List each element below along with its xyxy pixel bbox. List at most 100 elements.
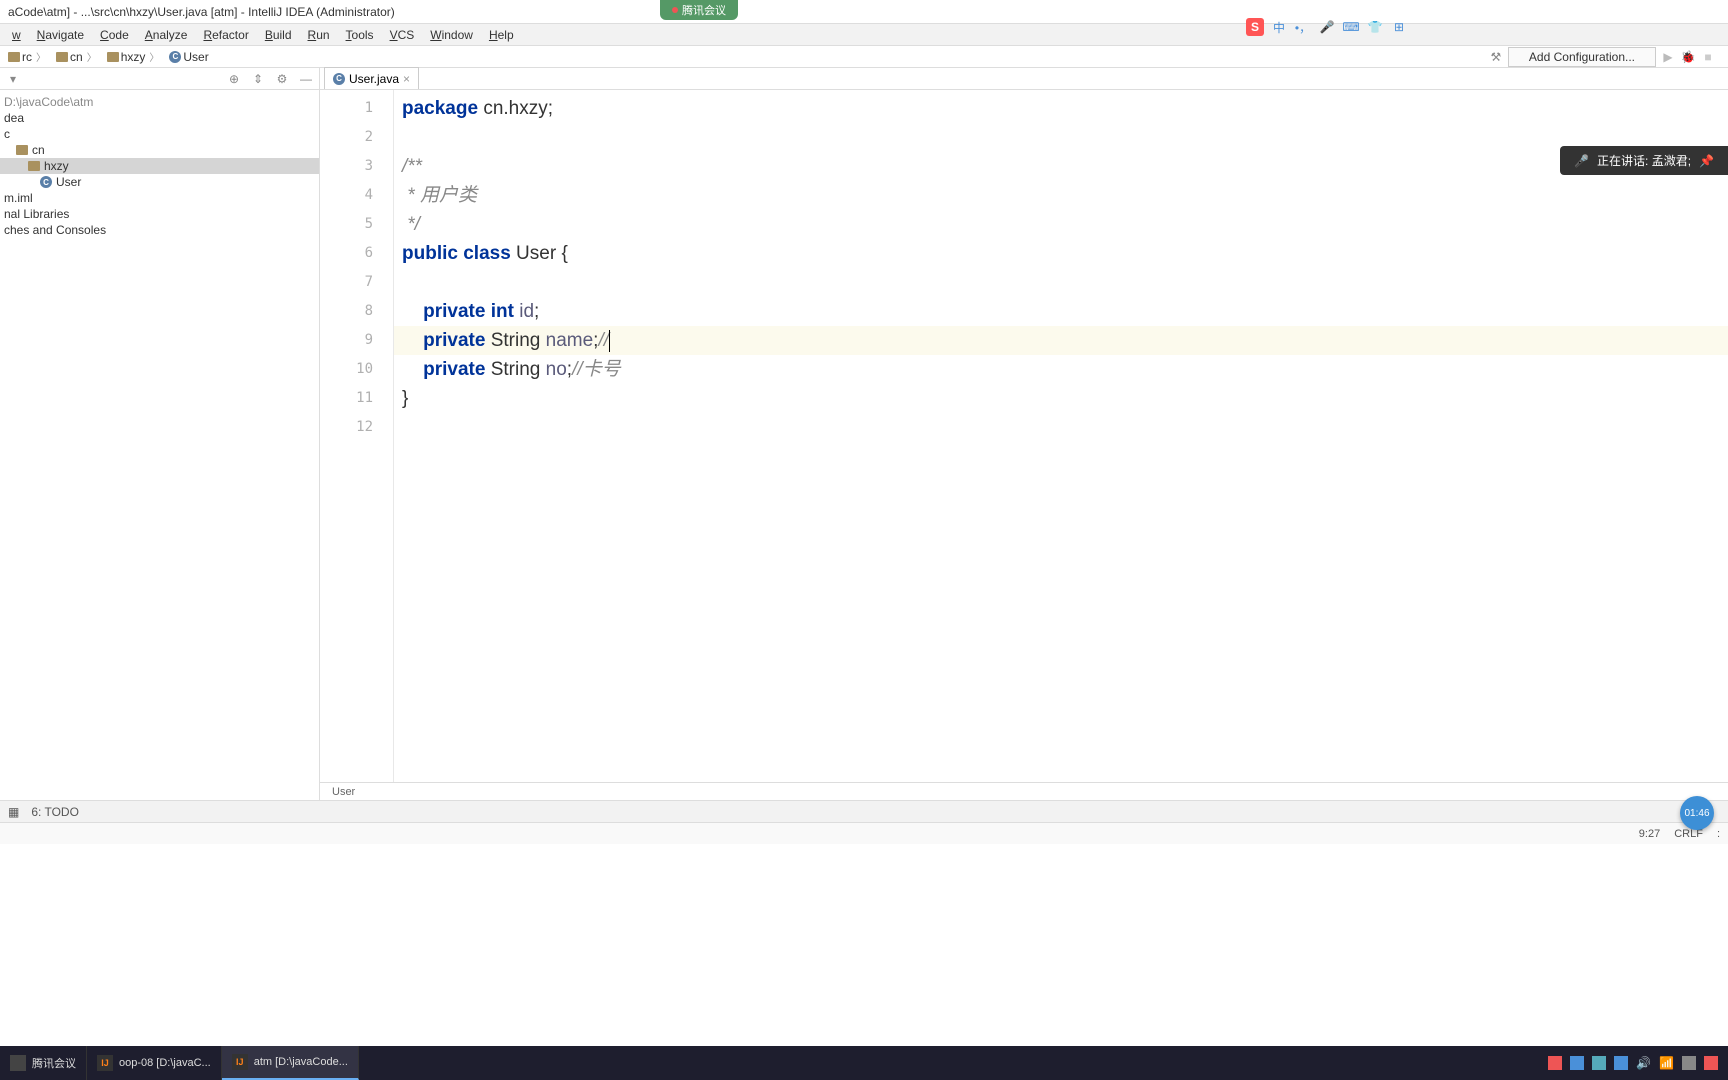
collapse-icon[interactable]: ⇕ bbox=[251, 72, 265, 86]
tray-icon[interactable] bbox=[1704, 1056, 1718, 1070]
menu-tools[interactable]: Tools bbox=[338, 26, 382, 44]
tree-item[interactable]: cn bbox=[0, 142, 319, 158]
menu-navigate[interactable]: Navigate bbox=[29, 26, 92, 44]
class-icon: C bbox=[169, 51, 181, 63]
code-line[interactable]: private String name;// bbox=[394, 326, 1728, 355]
tray-icon[interactable] bbox=[1592, 1056, 1606, 1070]
tree-item[interactable]: hxzy bbox=[0, 158, 319, 174]
menu-analyze[interactable]: Analyze bbox=[137, 26, 196, 44]
line-number: 9 bbox=[320, 326, 393, 355]
taskbar-left: 腾讯会议IJoop-08 [D:\javaC...IJatm [D:\javaC… bbox=[0, 1046, 359, 1080]
code-line[interactable]: private int id; bbox=[394, 297, 1728, 326]
menu-bar: wNavigateCodeAnalyzeRefactorBuildRunTool… bbox=[0, 24, 1728, 46]
code-line[interactable] bbox=[394, 413, 1728, 442]
ime-keyboard-icon[interactable]: ⌨ bbox=[1342, 18, 1360, 36]
tree-item[interactable]: dea bbox=[0, 110, 319, 126]
tab-user-java[interactable]: C User.java × bbox=[324, 67, 419, 89]
mic-icon: 🎤 bbox=[1574, 154, 1589, 168]
line-number: 10 bbox=[320, 355, 393, 384]
menu-w[interactable]: w bbox=[4, 26, 29, 44]
network-icon[interactable]: 📶 bbox=[1659, 1056, 1674, 1070]
ime-mic-icon[interactable]: 🎤 bbox=[1318, 18, 1336, 36]
timer-badge[interactable]: 01:46 bbox=[1680, 796, 1714, 830]
crumb-hxzy[interactable]: hxzy bbox=[103, 49, 164, 64]
add-configuration-button[interactable]: Add Configuration... bbox=[1508, 47, 1656, 67]
editor-breadcrumb[interactable]: User bbox=[320, 782, 1728, 800]
ime-grid-icon[interactable]: ⊞ bbox=[1390, 18, 1408, 36]
editor-panel: C User.java × 123456789101112 package cn… bbox=[320, 68, 1728, 800]
class-icon: C bbox=[333, 73, 345, 85]
bottom-tool-bar: ▦ 6: TODO bbox=[0, 800, 1728, 822]
project-tree[interactable]: D:\javaCode\atm deaccnhxzyCUserm.imlnal … bbox=[0, 90, 319, 242]
volume-icon[interactable]: 🔊 bbox=[1636, 1056, 1651, 1070]
project-toolbar: ▾ ⊕ ⇕ ⚙ — bbox=[0, 68, 319, 90]
title-bar: aCode\atm] - ...\src\cn\hxzy\User.java [… bbox=[0, 0, 1728, 24]
class-icon: C bbox=[40, 176, 52, 188]
cursor-position: 9:27 bbox=[1639, 828, 1660, 840]
tree-root[interactable]: D:\javaCode\atm bbox=[0, 94, 319, 110]
code-line[interactable]: public class User { bbox=[394, 239, 1728, 268]
code-line[interactable] bbox=[394, 123, 1728, 152]
tray-icon[interactable] bbox=[1548, 1056, 1562, 1070]
menu-help[interactable]: Help bbox=[481, 26, 522, 44]
ime-punct-icon[interactable]: •， bbox=[1294, 18, 1312, 36]
sogou-icon[interactable]: S bbox=[1246, 18, 1264, 36]
tray-icon[interactable] bbox=[1682, 1056, 1696, 1070]
crumb-cn[interactable]: cn bbox=[52, 49, 101, 64]
menu-code[interactable]: Code bbox=[92, 26, 137, 44]
close-icon[interactable]: × bbox=[403, 72, 410, 86]
code-line[interactable]: } bbox=[394, 384, 1728, 413]
menu-build[interactable]: Build bbox=[257, 26, 300, 44]
status-sep: : bbox=[1717, 828, 1720, 840]
tray-icon[interactable] bbox=[1570, 1056, 1584, 1070]
tray-icon[interactable] bbox=[1614, 1056, 1628, 1070]
line-number: 8 bbox=[320, 297, 393, 326]
hammer-icon[interactable]: ⚒ bbox=[1488, 49, 1504, 65]
record-icon bbox=[672, 7, 678, 13]
crumb-User[interactable]: CUser bbox=[165, 50, 216, 64]
code-line[interactable]: * 用户类 bbox=[394, 181, 1728, 210]
menu-vcs[interactable]: VCS bbox=[382, 26, 423, 44]
taskbar: 腾讯会议IJoop-08 [D:\javaC...IJatm [D:\javaC… bbox=[0, 1046, 1728, 1080]
menu-window[interactable]: Window bbox=[422, 26, 481, 44]
todo-tab[interactable]: 6: TODO bbox=[31, 805, 79, 819]
gear-icon[interactable]: ⚙ bbox=[275, 72, 289, 86]
tree-item[interactable]: nal Libraries bbox=[0, 206, 319, 222]
editor-body[interactable]: 123456789101112 package cn.hxzy;/** * 用户… bbox=[320, 90, 1728, 782]
meeting-badge[interactable]: 腾讯会议 bbox=[660, 0, 738, 20]
taskbar-item[interactable]: IJatm [D:\javaCode... bbox=[222, 1046, 359, 1080]
pin-icon[interactable]: 📌 bbox=[1699, 154, 1714, 168]
code-area[interactable]: package cn.hxzy; /** * 用户类 */public class… bbox=[394, 90, 1728, 782]
taskbar-item[interactable]: IJoop-08 [D:\javaC... bbox=[87, 1046, 222, 1080]
taskbar-item[interactable]: 腾讯会议 bbox=[0, 1046, 87, 1080]
run-icon[interactable]: ▶ bbox=[1660, 49, 1676, 65]
folder-icon bbox=[56, 52, 68, 62]
code-line[interactable] bbox=[394, 268, 1728, 297]
menu-refactor[interactable]: Refactor bbox=[195, 26, 256, 44]
ime-lang-icon[interactable]: 中 bbox=[1270, 18, 1288, 36]
tree-item[interactable]: m.iml bbox=[0, 190, 319, 206]
target-icon[interactable]: ⊕ bbox=[227, 72, 241, 86]
code-line[interactable]: */ bbox=[394, 210, 1728, 239]
tree-item[interactable]: ches and Consoles bbox=[0, 222, 319, 238]
folder-icon bbox=[8, 52, 20, 62]
folder-icon bbox=[16, 145, 28, 155]
app-icon bbox=[10, 1055, 26, 1071]
code-line[interactable]: package cn.hxzy; bbox=[394, 94, 1728, 123]
line-number: 11 bbox=[320, 384, 393, 413]
stop-icon[interactable]: ■ bbox=[1700, 49, 1716, 65]
line-number: 5 bbox=[320, 210, 393, 239]
hide-icon[interactable]: — bbox=[299, 72, 313, 86]
menu-run[interactable]: Run bbox=[300, 26, 338, 44]
bottom-icon[interactable]: ▦ bbox=[8, 805, 19, 819]
debug-icon[interactable]: 🐞 bbox=[1680, 49, 1696, 65]
code-line[interactable]: /** bbox=[394, 152, 1728, 181]
tree-item[interactable]: c bbox=[0, 126, 319, 142]
breadcrumb: rccnhxzyCUser bbox=[4, 49, 217, 64]
crumb-rc[interactable]: rc bbox=[4, 49, 50, 64]
project-panel: ▾ ⊕ ⇕ ⚙ — D:\javaCode\atm deaccnhxzyCUse… bbox=[0, 68, 320, 800]
tree-item[interactable]: CUser bbox=[0, 174, 319, 190]
dropdown-icon[interactable]: ▾ bbox=[6, 72, 20, 86]
ime-cloud-icon[interactable]: 👕 bbox=[1366, 18, 1384, 36]
code-line[interactable]: private String no;//卡号 bbox=[394, 355, 1728, 384]
